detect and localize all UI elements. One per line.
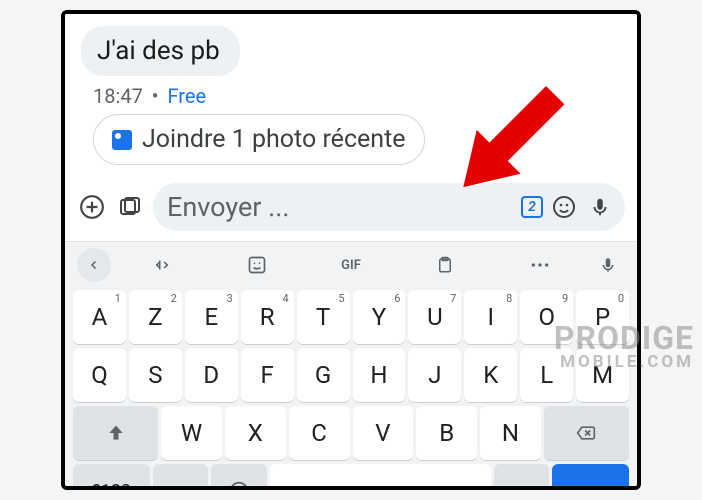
voice-typing-icon[interactable] [591,248,625,282]
key-Z[interactable]: Z2 [129,290,182,344]
key-A[interactable]: A1 [73,290,126,344]
backspace-key[interactable] [544,406,629,460]
chat-area: J'ai des pb 18:47 • Free Joindre 1 photo… [65,14,637,179]
photo-icon [112,130,132,150]
sticker-icon[interactable] [213,248,299,282]
key-O[interactable]: O9 [520,290,573,344]
period-key[interactable]: . [494,464,549,490]
key-U[interactable]: U7 [408,290,461,344]
phone-screen: J'ai des pb 18:47 • Free Joindre 1 photo… [61,10,641,490]
key-P[interactable]: P0 [576,290,629,344]
key-F[interactable]: F [241,348,294,402]
key-K[interactable]: K [464,348,517,402]
message-meta: 18:47 • Free [93,84,621,108]
key-L[interactable]: L [520,348,573,402]
message-bubble: J'ai des pb [81,26,240,76]
message-input[interactable]: Envoyer ... 2 [153,183,625,231]
key-Y[interactable]: Y6 [353,290,406,344]
space-key[interactable] [270,464,491,490]
key-C[interactable]: C [289,406,350,460]
comma-key[interactable]: , [153,464,208,490]
key-J[interactable]: J [408,348,461,402]
key-S[interactable]: S [129,348,182,402]
collapse-icon[interactable] [77,248,111,282]
gif-button[interactable]: GIF [308,248,394,282]
input-placeholder: Envoyer ... [167,191,515,223]
emoji-key[interactable] [211,464,266,490]
shift-key[interactable] [73,406,158,460]
key-Q[interactable]: Q [73,348,126,402]
key-D[interactable]: D [185,348,238,402]
keyboard-toolbar: GIF [65,242,637,288]
keyboard: A1Z2E3R4T5Y6U7I8O9P0 QSDFGHJKLM WXCVBN ?… [65,288,637,490]
symbols-key[interactable]: ?123 [73,464,150,490]
key-E[interactable]: E3 [185,290,238,344]
mic-icon[interactable] [585,192,615,222]
key-T[interactable]: T5 [297,290,350,344]
attachment-badge: 2 [521,196,543,218]
suggestion-label: Joindre 1 photo récente [142,125,406,154]
text-select-icon[interactable] [119,248,205,282]
key-X[interactable]: X [225,406,286,460]
key-H[interactable]: H [353,348,406,402]
clipboard-icon[interactable] [402,248,488,282]
key-R[interactable]: R4 [241,290,294,344]
emoji-icon[interactable] [549,192,579,222]
key-G[interactable]: G [297,348,350,402]
carrier-label: Free [167,84,206,108]
key-B[interactable]: B [416,406,477,460]
message-time: 18:47 [93,84,143,108]
key-I[interactable]: I8 [464,290,517,344]
gallery-button[interactable] [115,192,145,222]
key-W[interactable]: W [161,406,222,460]
enter-key[interactable] [552,464,629,490]
key-V[interactable]: V [353,406,414,460]
compose-bar: Envoyer ... 2 [65,179,637,242]
key-M[interactable]: M [576,348,629,402]
attach-suggestion-chip[interactable]: Joindre 1 photo récente [93,114,425,165]
more-icon[interactable] [497,248,583,282]
key-N[interactable]: N [480,406,541,460]
add-button[interactable] [77,192,107,222]
